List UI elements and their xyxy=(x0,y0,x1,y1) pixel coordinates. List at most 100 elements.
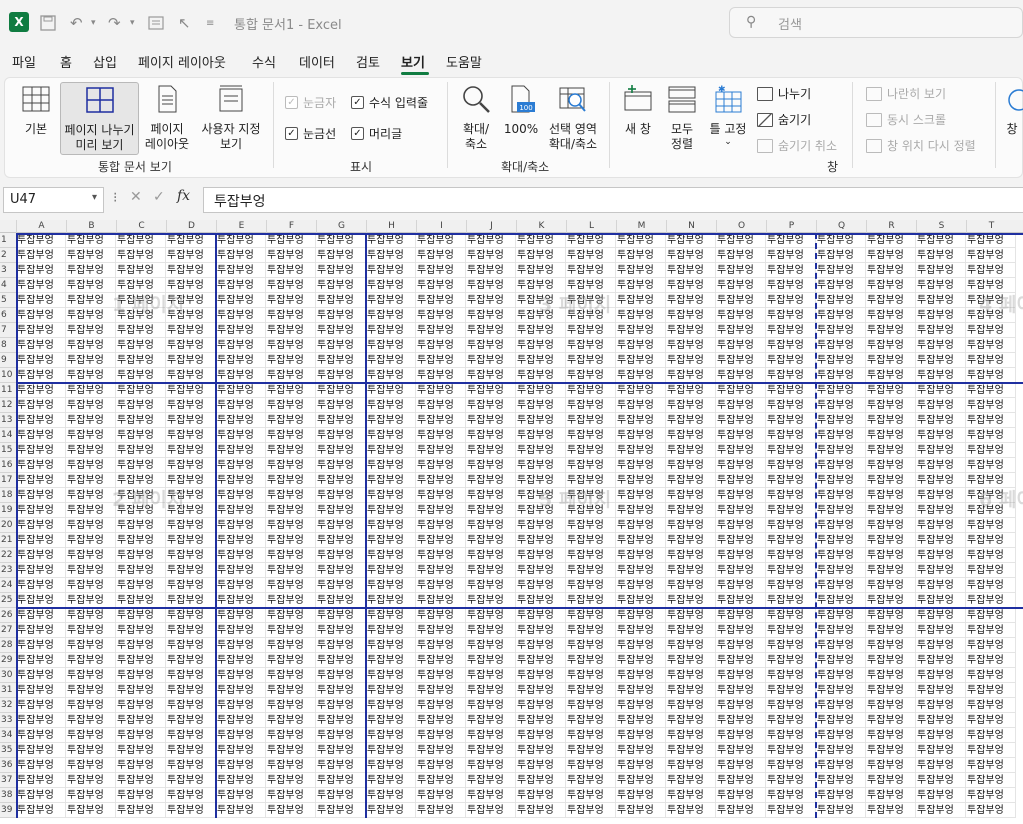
name-box[interactable]: U47 ▾ xyxy=(3,187,104,213)
cell[interactable]: 투잡부엉 xyxy=(66,293,116,308)
row-header[interactable]: 26 xyxy=(0,608,16,623)
cell[interactable]: 투잡부엉 xyxy=(366,773,416,788)
cell[interactable]: 투잡부엉 xyxy=(216,428,266,443)
cell[interactable]: 투잡부엉 xyxy=(116,458,166,473)
cell[interactable]: 투잡부엉 xyxy=(16,578,66,593)
cell[interactable]: 투잡부엉 xyxy=(116,548,166,563)
cell[interactable]: 투잡부엉 xyxy=(416,278,466,293)
cell[interactable]: 투잡부엉 xyxy=(716,278,766,293)
cell[interactable]: 투잡부엉 xyxy=(916,278,966,293)
cell[interactable]: 투잡부엉 xyxy=(216,473,266,488)
cell[interactable]: 투잡부엉 xyxy=(616,653,666,668)
cell[interactable]: 투잡부엉 xyxy=(666,278,716,293)
cell[interactable]: 투잡부엉 xyxy=(466,533,516,548)
cell[interactable]: 투잡부엉 xyxy=(416,713,466,728)
cell[interactable]: 투잡부엉 xyxy=(16,278,66,293)
cell[interactable]: 투잡부엉 xyxy=(266,743,316,758)
cell[interactable]: 투잡부엉 xyxy=(16,518,66,533)
cell[interactable]: 투잡부엉 xyxy=(416,803,466,818)
cell[interactable]: 투잡부엉 xyxy=(516,668,566,683)
cell[interactable]: 투잡부엉 xyxy=(16,803,66,818)
row-header[interactable]: 21 xyxy=(0,533,16,548)
cell[interactable]: 투잡부엉 xyxy=(216,233,266,248)
cell[interactable]: 투잡부엉 xyxy=(216,323,266,338)
cell[interactable]: 투잡부엉 xyxy=(816,788,866,803)
cell[interactable]: 투잡부엉 xyxy=(466,458,516,473)
cell[interactable]: 투잡부엉 xyxy=(716,698,766,713)
cell[interactable]: 투잡부엉 xyxy=(816,578,866,593)
cell[interactable]: 투잡부엉 xyxy=(916,518,966,533)
cell[interactable]: 투잡부엉 xyxy=(166,638,216,653)
cell[interactable]: 투잡부엉 xyxy=(316,548,366,563)
cell[interactable]: 투잡부엉 xyxy=(466,518,516,533)
cell[interactable]: 투잡부엉 xyxy=(816,338,866,353)
cell[interactable]: 투잡부엉 xyxy=(116,668,166,683)
cell[interactable]: 투잡부엉 xyxy=(266,323,316,338)
form-icon[interactable] xyxy=(148,13,164,33)
cell[interactable]: 투잡부엉 xyxy=(216,338,266,353)
cell[interactable]: 투잡부엉 xyxy=(616,608,666,623)
cell[interactable]: 투잡부엉 xyxy=(816,323,866,338)
cell[interactable]: 투잡부엉 xyxy=(416,368,466,383)
zoom-to-selection-button[interactable]: 선택 영역 확대/축소 xyxy=(543,84,603,152)
cell[interactable]: 투잡부엉 xyxy=(966,518,1016,533)
cell[interactable]: 투잡부엉 xyxy=(966,368,1016,383)
cell[interactable]: 투잡부엉 xyxy=(66,653,116,668)
cell[interactable]: 투잡부엉 xyxy=(466,563,516,578)
cell[interactable]: 투잡부엉 xyxy=(666,248,716,263)
custom-views-button[interactable]: 사용자 지정 보기 xyxy=(197,84,265,152)
cell[interactable]: 투잡부엉 xyxy=(166,653,216,668)
cell[interactable]: 투잡부엉 xyxy=(566,323,616,338)
cell[interactable]: 투잡부엉 xyxy=(516,773,566,788)
cell[interactable]: 투잡부엉 xyxy=(316,698,366,713)
cell[interactable]: 투잡부엉 xyxy=(566,578,616,593)
cell[interactable]: 투잡부엉 xyxy=(466,263,516,278)
cell[interactable]: 투잡부엉 xyxy=(566,503,616,518)
cell[interactable]: 투잡부엉 xyxy=(816,683,866,698)
cell[interactable]: 투잡부엉 xyxy=(766,563,816,578)
cell[interactable]: 투잡부엉 xyxy=(716,668,766,683)
row-header[interactable]: 18 xyxy=(0,488,16,503)
cell[interactable]: 투잡부엉 xyxy=(616,683,666,698)
cell[interactable]: 투잡부엉 xyxy=(666,518,716,533)
cell[interactable]: 투잡부엉 xyxy=(916,503,966,518)
cell[interactable]: 투잡부엉 xyxy=(716,458,766,473)
cell[interactable]: 투잡부엉 xyxy=(16,248,66,263)
cell[interactable]: 투잡부엉 xyxy=(166,473,216,488)
cell[interactable]: 투잡부엉 xyxy=(666,593,716,608)
cell[interactable]: 투잡부엉 xyxy=(416,428,466,443)
cell[interactable]: 투잡부엉 xyxy=(966,458,1016,473)
cell[interactable]: 투잡부엉 xyxy=(266,698,316,713)
cell[interactable]: 투잡부엉 xyxy=(516,548,566,563)
cell[interactable]: 투잡부엉 xyxy=(816,293,866,308)
cell[interactable]: 투잡부엉 xyxy=(616,293,666,308)
cell[interactable]: 투잡부엉 xyxy=(666,383,716,398)
cell[interactable]: 투잡부엉 xyxy=(116,278,166,293)
cell[interactable]: 투잡부엉 xyxy=(766,308,816,323)
cell[interactable]: 투잡부엉 xyxy=(816,758,866,773)
cell[interactable]: 투잡부엉 xyxy=(616,518,666,533)
cell[interactable]: 투잡부엉 xyxy=(266,623,316,638)
cell[interactable]: 투잡부엉 xyxy=(166,293,216,308)
cell[interactable]: 투잡부엉 xyxy=(716,248,766,263)
row-header[interactable]: 33 xyxy=(0,713,16,728)
cell[interactable]: 투잡부엉 xyxy=(566,623,616,638)
cell[interactable]: 투잡부엉 xyxy=(416,473,466,488)
view-side-by-side-button[interactable]: 나란히 보기 xyxy=(866,85,946,102)
cell[interactable]: 투잡부엉 xyxy=(666,503,716,518)
cell[interactable]: 투잡부엉 xyxy=(816,233,866,248)
cell[interactable]: 투잡부엉 xyxy=(166,518,216,533)
cell[interactable]: 투잡부엉 xyxy=(366,338,416,353)
cell[interactable]: 투잡부엉 xyxy=(216,683,266,698)
cell[interactable]: 투잡부엉 xyxy=(116,533,166,548)
cell[interactable]: 투잡부엉 xyxy=(316,278,366,293)
cell[interactable]: 투잡부엉 xyxy=(966,278,1016,293)
cell[interactable]: 투잡부엉 xyxy=(916,263,966,278)
cell[interactable]: 투잡부엉 xyxy=(516,488,566,503)
chevron-down-icon[interactable]: ▾ xyxy=(92,192,97,203)
cell[interactable]: 투잡부엉 xyxy=(166,623,216,638)
cell[interactable]: 투잡부엉 xyxy=(66,788,116,803)
cell[interactable]: 투잡부엉 xyxy=(466,233,516,248)
cell[interactable]: 투잡부엉 xyxy=(666,788,716,803)
cell[interactable]: 투잡부엉 xyxy=(566,293,616,308)
